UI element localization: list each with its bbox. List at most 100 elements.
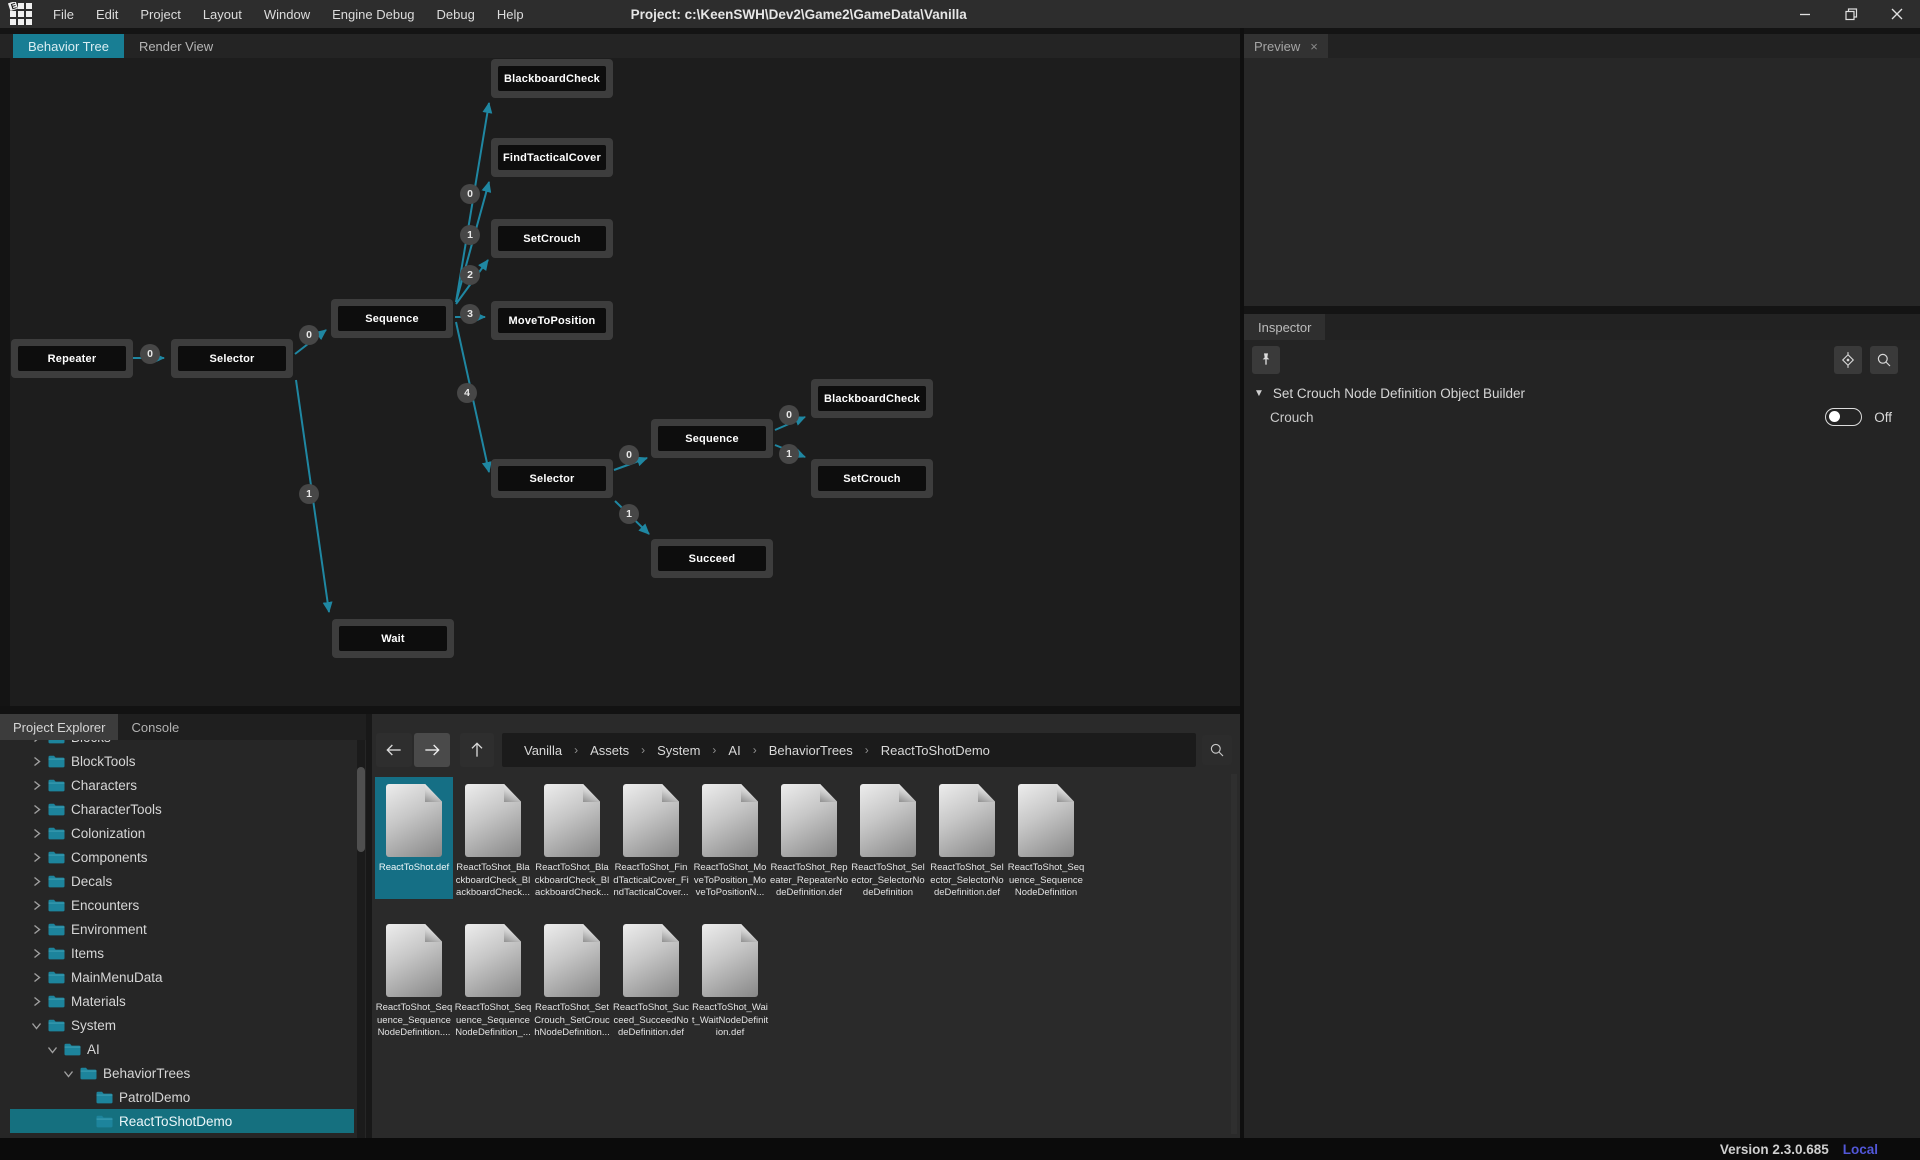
- menu-window[interactable]: Window: [253, 0, 321, 28]
- menu-help[interactable]: Help: [486, 0, 535, 28]
- tab-render-view[interactable]: Render View: [124, 34, 228, 58]
- file-tile[interactable]: ReactToShot_SetCrouch_SetCrouchNodeDefin…: [533, 917, 611, 1039]
- tree-item-environment[interactable]: Environment: [10, 917, 354, 941]
- chevron-right-icon[interactable]: [29, 971, 43, 984]
- tree-item-components[interactable]: Components: [10, 845, 354, 869]
- nav-back-button[interactable]: [376, 733, 412, 767]
- file-tile[interactable]: ReactToShot_Selector_SelectorNodeDefinit…: [849, 777, 927, 899]
- tab-project-explorer[interactable]: Project Explorer: [0, 714, 118, 740]
- tree-item-blocks[interactable]: Blocks: [10, 740, 354, 749]
- breadcrumb-item-reacttoshotdemo[interactable]: ReactToShotDemo: [873, 743, 998, 758]
- file-tile[interactable]: ReactToShot_Selector_SelectorNodeDefinit…: [928, 777, 1006, 899]
- tree-item-decals[interactable]: Decals: [10, 869, 354, 893]
- nav-forward-button[interactable]: [414, 733, 450, 767]
- nav-up-button[interactable]: [460, 733, 494, 767]
- tab-behavior-tree[interactable]: Behavior Tree: [13, 34, 124, 58]
- bt-node-setcrouch[interactable]: SetCrouch: [811, 459, 933, 498]
- file-tile[interactable]: ReactToShot_Wait_WaitNodeDefinition.def: [691, 917, 769, 1039]
- tab-console[interactable]: Console: [118, 714, 192, 740]
- tree-item-blocktools[interactable]: BlockTools: [10, 749, 354, 773]
- tree-item-characters[interactable]: Characters: [10, 773, 354, 797]
- file-tile[interactable]: ReactToShot_MoveToPosition_MoveToPositio…: [691, 777, 769, 899]
- tree-item-items[interactable]: Items: [10, 941, 354, 965]
- chevron-right-icon[interactable]: [29, 827, 43, 840]
- bt-node-sequence[interactable]: Sequence: [331, 299, 453, 338]
- breadcrumb-item-behaviortrees[interactable]: BehaviorTrees: [761, 743, 861, 758]
- restore-button[interactable]: [1828, 0, 1874, 28]
- menu-layout[interactable]: Layout: [192, 0, 253, 28]
- bt-node-blackboardcheck[interactable]: BlackboardCheck: [811, 379, 933, 418]
- tree-item-colonization[interactable]: Colonization: [10, 821, 354, 845]
- menu-file[interactable]: File: [42, 0, 85, 28]
- minimize-button[interactable]: [1782, 0, 1828, 28]
- file-tile[interactable]: ReactToShot_Repeater_RepeaterNodeDefinit…: [770, 777, 848, 899]
- tree-item-behaviortrees[interactable]: BehaviorTrees: [10, 1061, 354, 1085]
- bt-node-wait[interactable]: Wait: [332, 619, 454, 658]
- panel-divider[interactable]: [1244, 306, 1920, 314]
- inspector-search-button[interactable]: [1870, 346, 1898, 374]
- breadcrumb-item-system[interactable]: System: [649, 743, 708, 758]
- bt-node-setcrouch[interactable]: SetCrouch: [491, 219, 613, 258]
- object-builder-header[interactable]: ▼ Set Crouch Node Definition Object Buil…: [1254, 386, 1525, 401]
- locate-button[interactable]: [1834, 346, 1862, 374]
- files-scrollbar-track[interactable]: [1231, 774, 1237, 1134]
- chevron-right-icon[interactable]: [29, 947, 43, 960]
- menu-edit[interactable]: Edit: [85, 0, 129, 28]
- tree-item-ai[interactable]: AI: [10, 1037, 354, 1061]
- tree-item-encounters[interactable]: Encounters: [10, 893, 354, 917]
- tree-item-patroldemo[interactable]: PatrolDemo: [10, 1085, 354, 1109]
- bt-node-repeater[interactable]: Repeater: [11, 339, 133, 378]
- bt-node-sequence[interactable]: Sequence: [651, 419, 773, 458]
- tree-item-materials[interactable]: Materials: [10, 989, 354, 1013]
- bt-node-findtacticalcover[interactable]: FindTacticalCover: [491, 138, 613, 177]
- chevron-right-icon[interactable]: [29, 755, 43, 768]
- file-tile[interactable]: ReactToShot_FindTacticalCover_FindTactic…: [612, 777, 690, 899]
- tree-scrollbar-thumb[interactable]: [357, 767, 365, 852]
- chevron-right-icon[interactable]: [29, 803, 43, 816]
- chevron-right-icon[interactable]: [29, 875, 43, 888]
- tree-item-reacttoshotdemo[interactable]: ReactToShotDemo: [10, 1109, 354, 1133]
- chevron-down-icon[interactable]: [61, 1067, 75, 1080]
- bt-node-selector[interactable]: Selector: [491, 459, 613, 498]
- tab-preview[interactable]: Preview ×: [1244, 34, 1328, 58]
- bt-node-selector[interactable]: Selector: [171, 339, 293, 378]
- chevron-down-icon[interactable]: [45, 1043, 59, 1056]
- chevron-right-icon[interactable]: [29, 923, 43, 936]
- pin-button[interactable]: [1252, 346, 1280, 374]
- chevron-right-icon[interactable]: [29, 899, 43, 912]
- menu-project[interactable]: Project: [129, 0, 191, 28]
- files-search-button[interactable]: [1202, 735, 1232, 765]
- tree-item-mainmenudata[interactable]: MainMenuData: [10, 965, 354, 989]
- behavior-tree-canvas[interactable]: Repeater Selector Sequence BlackboardCheck F…: [0, 58, 1240, 710]
- chevron-down-icon[interactable]: [29, 1019, 43, 1032]
- breadcrumb-item-ai[interactable]: AI: [720, 743, 748, 758]
- bt-node-movetoposition[interactable]: MoveToPosition: [491, 301, 613, 340]
- close-button[interactable]: [1874, 0, 1920, 28]
- chevron-right-icon[interactable]: [29, 740, 43, 744]
- file-tile[interactable]: ReactToShot_Sequence_SequenceNodeDefinit…: [454, 917, 532, 1039]
- local-mode-link[interactable]: Local: [1843, 1142, 1878, 1157]
- file-tile[interactable]: ReactToShot_Succeed_SucceedNodeDefinitio…: [612, 917, 690, 1039]
- tree-item-charactertools[interactable]: CharacterTools: [10, 797, 354, 821]
- preview-close-icon[interactable]: ×: [1310, 39, 1318, 54]
- chevron-right-icon[interactable]: [29, 995, 43, 1008]
- file-tile[interactable]: ReactToShot_BlackboardCheck_BlackboardCh…: [533, 777, 611, 899]
- bt-node-succeed[interactable]: Succeed: [651, 539, 773, 578]
- tree-item-system[interactable]: System: [10, 1013, 354, 1037]
- breadcrumb-item-vanilla[interactable]: Vanilla: [516, 743, 570, 758]
- tree-item-label: AI: [87, 1042, 100, 1057]
- file-tile[interactable]: ReactToShot_Sequence_SequenceNodeDefinit…: [375, 917, 453, 1039]
- crouch-toggle[interactable]: [1825, 408, 1862, 426]
- chevron-right-icon[interactable]: [29, 779, 43, 792]
- file-tile[interactable]: ReactToShot.def: [375, 777, 453, 899]
- file-tile[interactable]: ReactToShot_Sequence_SequenceNodeDefinit…: [1007, 777, 1085, 899]
- file-tile[interactable]: ReactToShot_BlackboardCheck_BlackboardCh…: [454, 777, 532, 899]
- panel-divider[interactable]: [0, 706, 1240, 714]
- breadcrumb-item-assets[interactable]: Assets: [582, 743, 637, 758]
- menu-debug[interactable]: Debug: [426, 0, 486, 28]
- expander-down-icon[interactable]: ▼: [1254, 388, 1264, 399]
- bt-node-blackboardcheck[interactable]: BlackboardCheck: [491, 59, 613, 98]
- menu-engine-debug[interactable]: Engine Debug: [321, 0, 425, 28]
- tab-inspector[interactable]: Inspector: [1244, 314, 1325, 340]
- chevron-right-icon[interactable]: [29, 851, 43, 864]
